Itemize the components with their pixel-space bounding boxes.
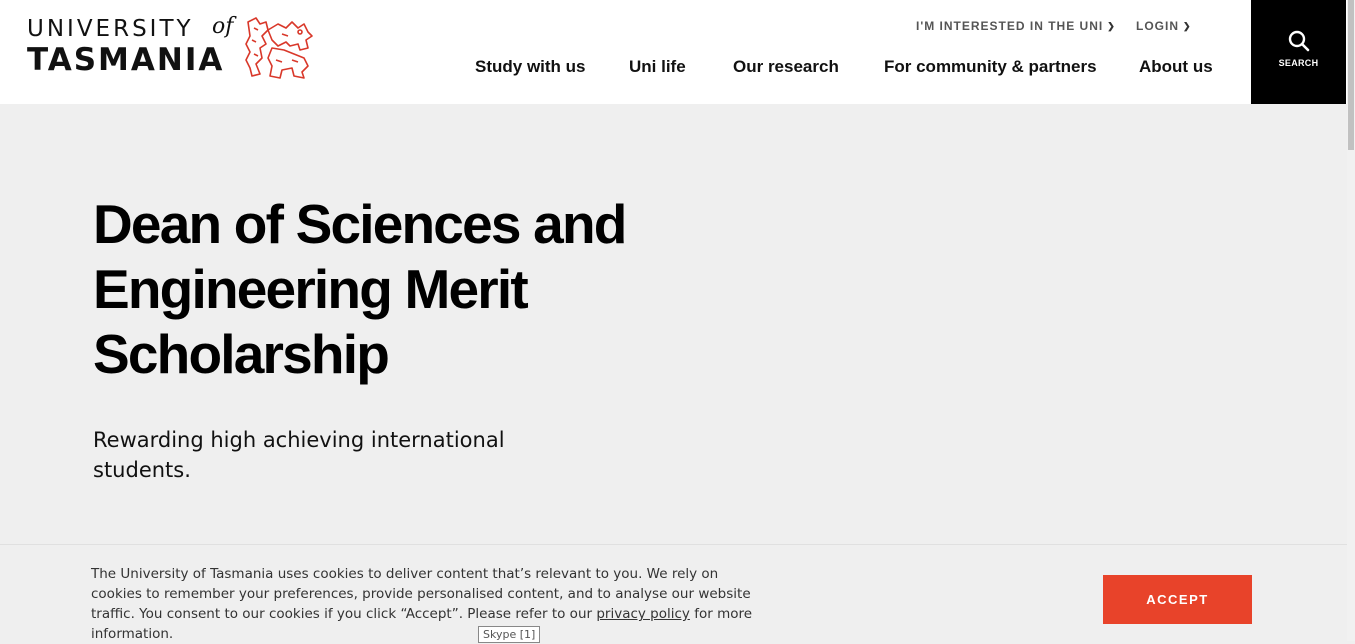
chevron-down-icon: ❯: [1107, 21, 1116, 31]
chevron-down-icon: ❯: [1183, 21, 1192, 31]
lion-emblem-icon: [245, 17, 313, 79]
search-button[interactable]: SEARCH: [1251, 0, 1346, 104]
login-menu-label: LOGIN: [1136, 19, 1179, 33]
logo-university-text: UNIVERSITY: [27, 16, 194, 42]
interested-menu-label: I'M INTERESTED IN THE UNI: [916, 19, 1104, 33]
university-logo[interactable]: UNIVERSITY of TASMANIA: [27, 14, 317, 80]
site-header: UNIVERSITY of TASMANIA I'M INTERESTED IN…: [0, 0, 1347, 104]
search-icon: [1288, 30, 1310, 52]
privacy-policy-link[interactable]: privacy policy: [596, 606, 690, 622]
cookie-banner: The University of Tasmania uses cookies …: [0, 544, 1347, 642]
cookie-message: The University of Tasmania uses cookies …: [91, 564, 761, 644]
scrollbar-thumb[interactable]: [1348, 0, 1354, 150]
logo-of-text: of: [212, 14, 234, 39]
page-scrollbar[interactable]: [1347, 0, 1355, 641]
nav-study-with-us[interactable]: Study with us: [475, 57, 586, 77]
nav-about-us[interactable]: About us: [1139, 57, 1213, 77]
accept-cookies-button[interactable]: ACCEPT: [1103, 575, 1252, 624]
nav-community-partners[interactable]: For community & partners: [884, 57, 1097, 77]
logo-tasmania-text: TASMANIA: [27, 42, 225, 78]
page-title: Dean of Sciences and Engineering Merit S…: [93, 193, 627, 385]
login-menu[interactable]: LOGIN ❯: [1136, 19, 1192, 33]
nav-our-research[interactable]: Our research: [733, 57, 839, 77]
interested-menu[interactable]: I'M INTERESTED IN THE UNI ❯: [916, 19, 1116, 33]
skype-tooltip: Skype [1]: [478, 626, 541, 643]
page-subtitle: Rewarding high achieving international s…: [93, 428, 505, 482]
search-label: SEARCH: [1278, 58, 1319, 68]
nav-uni-life[interactable]: Uni life: [629, 57, 686, 77]
